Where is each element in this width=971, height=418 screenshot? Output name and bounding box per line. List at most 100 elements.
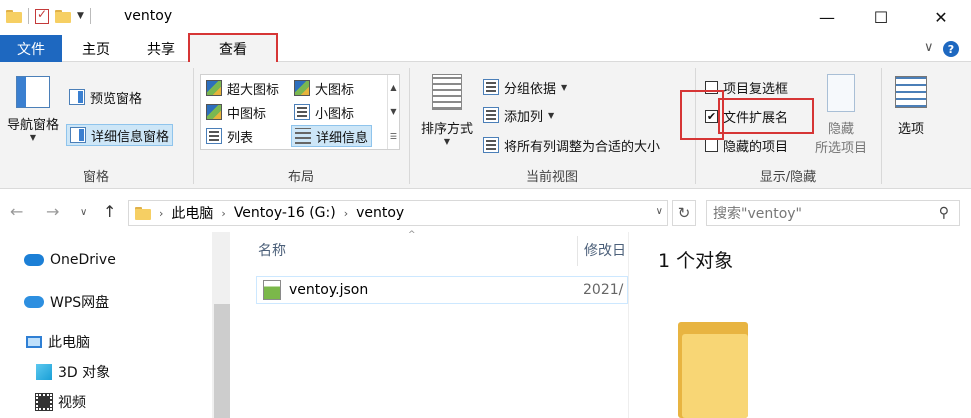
preview-divider[interactable] [628,232,629,418]
scroll-down-icon[interactable]: ▼ [390,107,396,116]
nav-item-onedrive[interactable]: OneDrive [24,252,116,268]
chevron-down-icon[interactable]: ∨ [656,206,663,217]
tab-file[interactable]: 文件 [0,35,62,62]
title-bar: ▼ ventoy — ☐ ✕ [0,0,971,34]
column-divider[interactable] [577,236,578,266]
close-button[interactable]: ✕ [911,0,971,34]
breadcrumb-ventoy[interactable]: ventoy [356,205,404,221]
hide-selected-items-button[interactable]: 隐藏 所选项目 [808,74,874,156]
list-view-icon [206,128,222,144]
size-all-columns-button[interactable]: 将所有列调整为合适的大小 [480,134,663,156]
navigation-pane-button[interactable]: 导航窗格 ▼ [2,76,64,142]
hidden-items-checkbox[interactable] [705,138,718,152]
hide-selected-label-1: 隐藏 [827,122,854,137]
hide-selected-icon [827,74,855,112]
medium-icons-icon [206,104,222,120]
small-icons-icon [294,104,310,120]
options-label: 选项 [897,122,924,137]
large-icons-button[interactable]: 大图标 [291,77,357,99]
address-bar[interactable]: › 此电脑 › Ventoy-16 (G:) › ventoy ∨ [128,200,668,226]
hidden-items-label: 隐藏的项目 [723,139,789,155]
computer-icon [26,336,42,348]
chevron-right-icon[interactable]: › [159,207,163,220]
size-columns-icon [483,137,499,153]
chevron-down-icon: ▼ [561,82,568,92]
sort-by-button[interactable]: 排序方式 ▼ [414,74,480,146]
new-folder-icon[interactable] [55,9,71,23]
properties-icon[interactable] [35,7,49,24]
file-explorer-window: ▼ ventoy — ☐ ✕ 文件 主页 共享 查看 ∨ ? 导航窗格 ▼ 预览… [0,0,971,418]
layout-gallery: 超大图标 大图标 中图标 小图标 列表 详细信息 ▲ ▼ ☰ [200,74,400,150]
small-icons-button[interactable]: 小图标 [291,101,357,123]
nav-item-videos[interactable]: 视频 [35,392,86,412]
recent-locations-icon[interactable]: ∨ [80,207,87,218]
options-icon [895,76,927,108]
small-icons-label: 小图标 [315,106,355,122]
more-layouts-icon[interactable]: ☰ [390,132,397,141]
scroll-up-icon[interactable]: ▲ [390,83,396,92]
nav-item-label: 此电脑 [48,335,90,351]
tab-home[interactable]: 主页 [64,35,128,62]
nav-item-this-pc[interactable]: 此电脑 [26,332,90,352]
layout-gallery-scroll[interactable]: ▲ ▼ ☰ [387,75,399,149]
nav-scrollbar-thumb[interactable] [214,304,230,418]
current-view-group: 排序方式 ▼ 分组依据 ▼ 添加列 ▼ 将所有列调整为合适的大小 当前视图 [410,62,694,189]
details-pane-button[interactable]: 详细信息窗格 [66,124,174,146]
folder-icon [678,322,750,418]
group-by-label: 分组依据 [504,81,557,97]
breadcrumb-this-pc[interactable]: 此电脑 [171,203,213,223]
sort-by-label: 排序方式 [420,122,473,137]
nav-item-wps[interactable]: WPS网盘 [24,292,109,312]
help-icon[interactable]: ? [943,41,959,57]
tab-share[interactable]: 共享 [128,35,194,62]
search-box[interactable]: 搜索"ventoy" ⚲ [706,200,960,226]
cloud-icon [24,254,44,266]
expand-ribbon-icon[interactable]: ∨ [924,40,934,55]
forward-arrow-icon[interactable]: → [46,202,59,221]
maximize-button[interactable]: ☐ [851,0,911,34]
refresh-icon[interactable]: ↻ [672,200,696,226]
minimize-button[interactable]: — [797,0,857,34]
add-columns-button[interactable]: 添加列 ▼ [480,104,557,126]
extra-large-icons-button[interactable]: 超大图标 [203,77,282,99]
preview-pane-button[interactable]: 预览窗格 [66,86,145,108]
medium-icons-button[interactable]: 中图标 [203,101,269,123]
quick-access-toolbar: ▼ [6,7,91,24]
file-name: ventoy.json [289,282,369,298]
column-header-name[interactable]: 名称 [258,232,286,268]
nav-item-3d-objects[interactable]: 3D 对象 [36,362,110,382]
group-by-button[interactable]: 分组依据 ▼ [480,76,570,98]
toolbar-divider [28,8,29,24]
large-icons-icon [294,80,310,96]
customize-toolbar-icon[interactable]: ▼ [77,11,84,21]
options-button[interactable]: 选项 [884,76,938,137]
details-view-button[interactable]: 详细信息 [291,125,373,147]
breadcrumb-drive[interactable]: Ventoy-16 (G:) [234,205,336,221]
list-view-label: 列表 [227,130,254,146]
chevron-right-icon[interactable]: › [344,207,348,220]
up-arrow-icon[interactable]: ↑ [103,202,116,221]
cloud-icon [24,296,44,308]
column-header-modified[interactable]: 修改日 [584,232,628,268]
group-divider [881,68,882,184]
search-icon[interactable]: ⚲ [939,205,949,221]
layout-group-label: 布局 [287,170,314,185]
preview-title: 1 个对象 [658,250,734,272]
sort-by-icon [432,74,462,110]
3d-objects-icon [36,364,52,380]
back-arrow-icon[interactable]: ← [10,202,23,221]
current-view-group-label: 当前视图 [525,170,578,185]
medium-icons-label: 中图标 [227,106,267,122]
nav-item-label: OneDrive [50,252,116,268]
nav-item-label: 视频 [58,395,86,411]
list-view-button[interactable]: 列表 [203,125,256,147]
sort-ascending-icon: ^ [408,230,416,240]
address-row: ← → ∨ ↑ › 此电脑 › Ventoy-16 (G:) › ventoy … [0,196,971,232]
folder-icon [6,9,22,23]
chevron-down-icon: ▼ [443,137,451,146]
chevron-right-icon[interactable]: › [221,207,225,220]
navigation-pane-icon [16,76,50,108]
nav-item-label: 3D 对象 [58,365,111,381]
table-row[interactable]: ventoy.json 2021/ [256,276,628,304]
tab-view[interactable]: 查看 [188,33,278,62]
